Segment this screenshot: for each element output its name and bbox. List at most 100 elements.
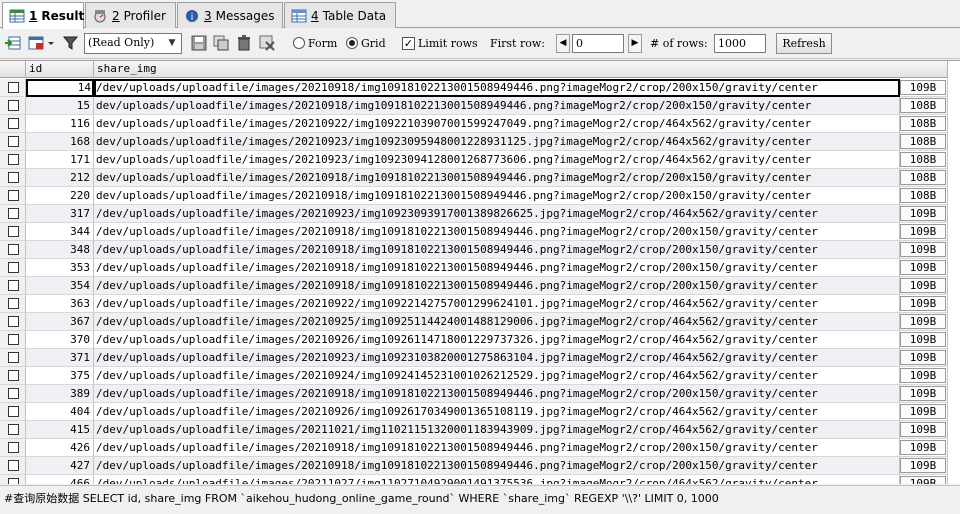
- row-checkbox[interactable]: [8, 370, 19, 381]
- id-cell[interactable]: 168: [26, 133, 94, 151]
- row-checkbox[interactable]: [8, 478, 19, 484]
- id-cell[interactable]: 354: [26, 277, 94, 295]
- row-checkbox[interactable]: [8, 100, 19, 111]
- cancel-changes-button[interactable]: [258, 33, 276, 53]
- row-checkbox[interactable]: [8, 388, 19, 399]
- limit-rows-option[interactable]: ✓ Limit rows: [402, 33, 478, 53]
- share-img-cell[interactable]: /dev/uploads/uploadfile/images/20210918/…: [94, 259, 900, 277]
- share-img-cell[interactable]: dev/uploads/uploadfile/images/20210918/i…: [94, 97, 900, 115]
- share-img-cell[interactable]: dev/uploads/uploadfile/images/20210923/i…: [94, 151, 900, 169]
- table-row[interactable]: 348/dev/uploads/uploadfile/images/202109…: [0, 241, 960, 259]
- table-row[interactable]: 212 dev/uploads/uploadfile/images/2021091…: [0, 169, 960, 187]
- blob-size-button[interactable]: 109B: [900, 404, 946, 419]
- table-row[interactable]: 427/dev/uploads/uploadfile/images/202109…: [0, 457, 960, 475]
- table-row[interactable]: 404/dev/uploads/uploadfile/images/202109…: [0, 403, 960, 421]
- share-img-cell[interactable]: /dev/uploads/uploadfile/images/20210923/…: [94, 349, 900, 367]
- share-img-cell[interactable]: /dev/uploads/uploadfile/images/20210926/…: [94, 331, 900, 349]
- blob-size-button[interactable]: 109B: [900, 278, 946, 293]
- blob-size-button[interactable]: 109B: [900, 440, 946, 455]
- tab-table-data[interactable]: 4 Table Data: [284, 2, 396, 28]
- delete-row-button[interactable]: [235, 33, 253, 53]
- row-checkbox[interactable]: [8, 208, 19, 219]
- row-checkbox[interactable]: [8, 244, 19, 255]
- id-cell[interactable]: 171: [26, 151, 94, 169]
- blob-size-button[interactable]: 109B: [900, 242, 946, 257]
- row-checkbox[interactable]: [8, 190, 19, 201]
- duplicate-row-button[interactable]: [212, 33, 230, 53]
- row-checkbox[interactable]: [8, 316, 19, 327]
- blob-size-button[interactable]: 108B: [900, 152, 946, 167]
- table-row[interactable]: 317/dev/uploads/uploadfile/images/202109…: [0, 205, 960, 223]
- filter-button[interactable]: [62, 33, 80, 53]
- share-img-cell[interactable]: /dev/uploads/uploadfile/images/20210923/…: [94, 205, 900, 223]
- form-radio[interactable]: [293, 37, 305, 49]
- id-cell[interactable]: 14: [26, 79, 94, 97]
- table-row[interactable]: 344/dev/uploads/uploadfile/images/202109…: [0, 223, 960, 241]
- blob-size-button[interactable]: 109B: [900, 296, 946, 311]
- id-cell[interactable]: 212: [26, 169, 94, 187]
- blob-size-button[interactable]: 109B: [900, 368, 946, 383]
- table-row[interactable]: 426/dev/uploads/uploadfile/images/202109…: [0, 439, 960, 457]
- row-checkbox[interactable]: [8, 118, 19, 129]
- save-button[interactable]: [190, 33, 208, 53]
- row-checkbox[interactable]: [8, 352, 19, 363]
- table-row[interactable]: 363/dev/uploads/uploadfile/images/202109…: [0, 295, 960, 313]
- share-img-cell[interactable]: /dev/uploads/uploadfile/images/20210918/…: [94, 277, 900, 295]
- share-img-cell[interactable]: /dev/uploads/uploadfile/images/20210922/…: [94, 295, 900, 313]
- tab-result[interactable]: 1 Result: [2, 2, 84, 29]
- first-row-input[interactable]: 0: [572, 34, 624, 53]
- column-header-share-img[interactable]: share_img: [94, 61, 948, 78]
- id-cell[interactable]: 466: [26, 475, 94, 484]
- share-img-cell[interactable]: /dev/uploads/uploadfile/images/20210918/…: [94, 457, 900, 475]
- grid-view-button[interactable]: [28, 33, 46, 53]
- id-cell[interactable]: 353: [26, 259, 94, 277]
- table-row[interactable]: 354/dev/uploads/uploadfile/images/202109…: [0, 277, 960, 295]
- table-row[interactable]: 171 dev/uploads/uploadfile/images/2021092…: [0, 151, 960, 169]
- share-img-cell[interactable]: /dev/uploads/uploadfile/images/20210918/…: [94, 223, 900, 241]
- share-img-cell[interactable]: /dev/uploads/uploadfile/images/20210918/…: [94, 439, 900, 457]
- table-row[interactable]: 220 dev/uploads/uploadfile/images/2021091…: [0, 187, 960, 205]
- blob-size-button[interactable]: 109B: [900, 386, 946, 401]
- share-img-cell[interactable]: /dev/uploads/uploadfile/images/20211021/…: [94, 421, 900, 439]
- table-row[interactable]: 353/dev/uploads/uploadfile/images/202109…: [0, 259, 960, 277]
- refresh-button[interactable]: Refresh: [776, 33, 832, 54]
- share-img-cell[interactable]: dev/uploads/uploadfile/images/20210918/i…: [94, 169, 900, 187]
- row-checkbox[interactable]: [8, 280, 19, 291]
- share-img-cell[interactable]: /dev/uploads/uploadfile/images/20210918/…: [94, 385, 900, 403]
- grid-radio[interactable]: [346, 37, 358, 49]
- id-cell[interactable]: 363: [26, 295, 94, 313]
- id-cell[interactable]: 116: [26, 115, 94, 133]
- grid-view-dropdown[interactable]: [46, 33, 56, 53]
- row-checkbox[interactable]: [8, 298, 19, 309]
- row-checkbox[interactable]: [8, 172, 19, 183]
- blob-size-button[interactable]: 109B: [900, 350, 946, 365]
- mode-select[interactable]: (Read Only) ▼: [84, 33, 182, 54]
- table-row[interactable]: 415/dev/uploads/uploadfile/images/202110…: [0, 421, 960, 439]
- row-checkbox[interactable]: [8, 262, 19, 273]
- share-img-cell[interactable]: /dev/uploads/uploadfile/images/20210925/…: [94, 313, 900, 331]
- table-row[interactable]: 15 dev/uploads/uploadfile/images/20210918…: [0, 97, 960, 115]
- row-checkbox[interactable]: [8, 406, 19, 417]
- table-row[interactable]: 14/dev/uploads/uploadfile/images/2021091…: [0, 79, 960, 97]
- blob-size-button[interactable]: 109B: [900, 224, 946, 239]
- blob-size-button[interactable]: 108B: [900, 170, 946, 185]
- table-row[interactable]: 370/dev/uploads/uploadfile/images/202109…: [0, 331, 960, 349]
- grid-view-option[interactable]: Grid: [346, 33, 386, 53]
- table-row[interactable]: 116 dev/uploads/uploadfile/images/2021092…: [0, 115, 960, 133]
- tab-profiler[interactable]: 2 Profiler: [85, 2, 176, 28]
- id-cell[interactable]: 220: [26, 187, 94, 205]
- table-row[interactable]: 466/dev/uploads/uploadfile/images/202110…: [0, 475, 960, 484]
- next-page-button[interactable]: ▶: [628, 34, 642, 53]
- id-cell[interactable]: 367: [26, 313, 94, 331]
- share-img-cell[interactable]: /dev/uploads/uploadfile/images/20210926/…: [94, 403, 900, 421]
- share-img-cell[interactable]: /dev/uploads/uploadfile/images/20211027/…: [94, 475, 900, 484]
- blob-size-button[interactable]: 109B: [900, 422, 946, 437]
- form-view-option[interactable]: Form: [293, 33, 337, 53]
- export-button[interactable]: [4, 33, 22, 53]
- row-checkbox[interactable]: [8, 82, 19, 93]
- id-cell[interactable]: 427: [26, 457, 94, 475]
- id-cell[interactable]: 344: [26, 223, 94, 241]
- row-checkbox[interactable]: [8, 424, 19, 435]
- id-cell[interactable]: 348: [26, 241, 94, 259]
- blob-size-button[interactable]: 109B: [900, 458, 946, 473]
